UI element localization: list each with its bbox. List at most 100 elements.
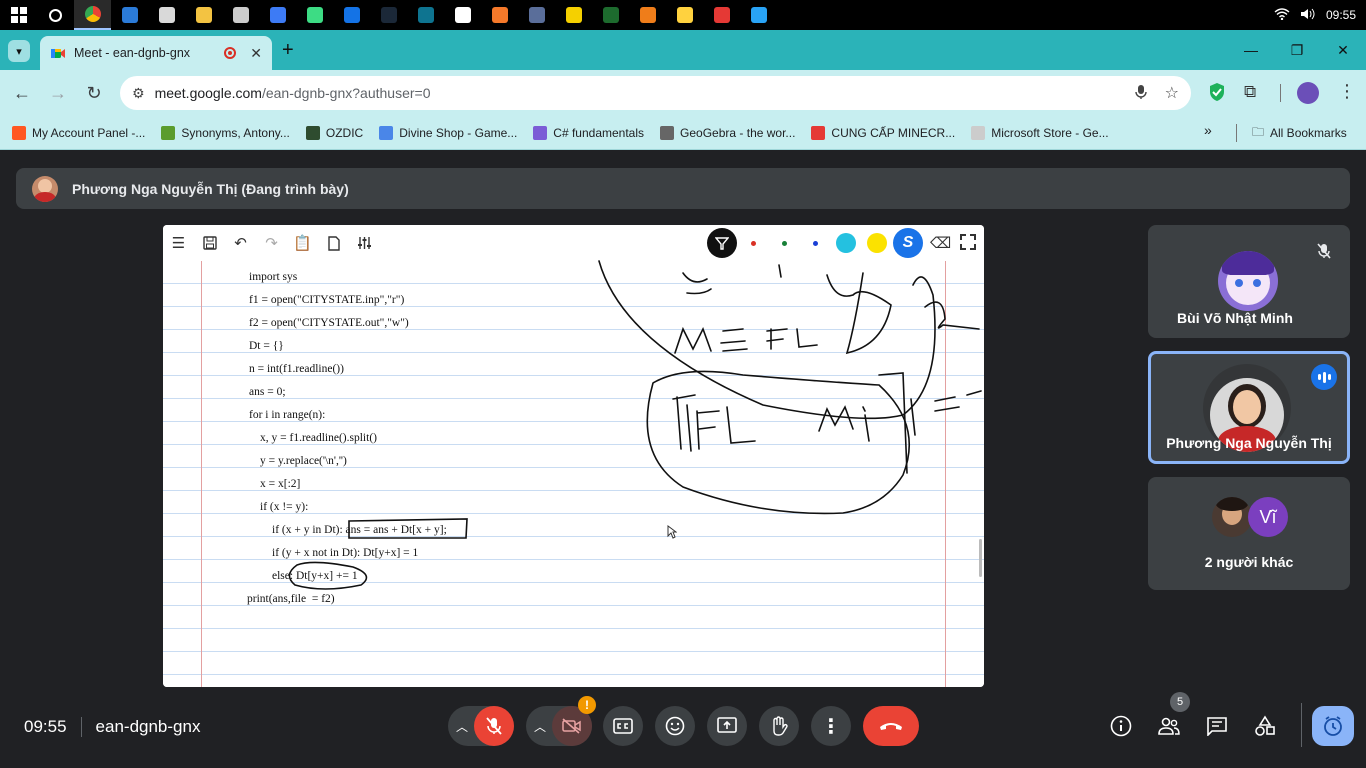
app-icon-9[interactable]: [666, 0, 703, 30]
more-menu-icon[interactable]: ⋮: [1338, 81, 1356, 102]
host-controls-button[interactable]: [1312, 706, 1354, 746]
address-bar[interactable]: ⚙ meet.google.com/ean-dgnb-gnx?authuser=…: [120, 76, 1191, 110]
participant-tile-minh[interactable]: Bùi Võ Nhật Minh: [1148, 225, 1350, 338]
microphone-icon[interactable]: [1134, 84, 1147, 103]
activities-button[interactable]: [1247, 708, 1283, 744]
toolbar-divider: [1280, 84, 1281, 102]
minimize-icon[interactable]: —: [1228, 30, 1274, 70]
app-icon-4[interactable]: [407, 0, 444, 30]
reload-icon[interactable]: ↻: [76, 75, 112, 111]
raise-hand-button[interactable]: [759, 706, 799, 746]
forward-icon[interactable]: →: [40, 75, 76, 111]
present-screen-button[interactable]: [707, 706, 747, 746]
close-window-icon[interactable]: ✕: [1320, 30, 1366, 70]
more-options-button[interactable]: ⋮: [811, 706, 851, 746]
app-icon-3[interactable]: [333, 0, 370, 30]
check-icon[interactable]: [222, 0, 259, 30]
bookmark-item[interactable]: C# fundamentals: [525, 119, 652, 147]
app-icon-5[interactable]: [444, 0, 481, 30]
search-icon[interactable]: [37, 0, 74, 30]
check-icon-glyph: [232, 7, 249, 23]
app-icon-7-glyph: [565, 7, 582, 23]
bookmark-label: Synonyms, Antony...: [181, 125, 290, 140]
bookmark-item[interactable]: My Account Panel -...: [4, 119, 153, 147]
meeting-code: ean-dgnb-gnx: [95, 717, 201, 736]
restore-icon[interactable]: ❐: [1274, 30, 1320, 70]
profile-avatar[interactable]: [1297, 82, 1319, 104]
bookmark-favicon-icon: [379, 125, 394, 140]
hand-icon: [773, 716, 788, 736]
bookmark-item[interactable]: Divine Shop - Game...: [371, 119, 525, 147]
people-button[interactable]: 5: [1151, 692, 1190, 744]
bookmark-item[interactable]: Synonyms, Antony...: [153, 119, 298, 147]
app-icon-2[interactable]: [259, 0, 296, 30]
tab-meet[interactable]: Meet - ean-dgnb-gnx ✕: [40, 36, 272, 70]
audio-options-chevron-icon[interactable]: ︿: [456, 718, 468, 735]
site-settings-icon[interactable]: ⚙: [132, 85, 145, 102]
mic-toggle-button[interactable]: [474, 706, 514, 746]
participant-name-nga: Phương Nga Nguyễn Thị: [1166, 435, 1332, 451]
back-icon[interactable]: ←: [4, 75, 40, 111]
tab-search-button[interactable]: ▾: [8, 40, 30, 62]
meeting-info-button[interactable]: [1103, 708, 1139, 744]
participant-tile-others[interactable]: Vĩ 2 người khác: [1148, 477, 1350, 590]
bookmarks-overflow-icon[interactable]: »: [1204, 122, 1212, 138]
all-bookmarks[interactable]: 🗀 All Bookmarks: [1244, 119, 1355, 147]
app-icon-2-glyph: [269, 7, 286, 23]
app-icon-8[interactable]: [629, 0, 666, 30]
bookmark-label: My Account Panel -...: [32, 125, 146, 140]
steam-icon[interactable]: [370, 0, 407, 30]
blender-icon[interactable]: [481, 0, 518, 30]
extensions-puzzle-icon[interactable]: ⧉: [1244, 82, 1256, 102]
reactions-button[interactable]: [655, 706, 695, 746]
new-tab-icon[interactable]: +: [282, 39, 294, 62]
leave-call-button[interactable]: [863, 706, 919, 746]
chat-icon: [1207, 717, 1227, 736]
search-icon-glyph: [49, 8, 62, 22]
bookmark-label: OZDIC: [325, 125, 364, 140]
bookmark-list: My Account Panel -... Synonyms, Antony...…: [0, 119, 1117, 147]
android-icon[interactable]: [296, 0, 333, 30]
all-bookmarks-label: All Bookmarks: [1270, 126, 1347, 140]
bookmark-label: GeoGebra - the wor...: [680, 125, 796, 140]
bookmark-item[interactable]: GeoGebra - the wor...: [652, 119, 803, 147]
volume-icon[interactable]: [1300, 7, 1316, 24]
camera-off-icon: [562, 718, 581, 734]
app-icon-7[interactable]: [555, 0, 592, 30]
captions-button[interactable]: [603, 706, 643, 746]
tab-close-icon[interactable]: ✕: [250, 45, 262, 62]
app-icon-3-glyph: [343, 7, 360, 23]
video-options-chevron-icon[interactable]: ︿: [534, 718, 546, 735]
scribble-mefl: [674, 326, 818, 354]
chrome-icon[interactable]: [74, 0, 111, 30]
app-icon-6[interactable]: [518, 0, 555, 30]
shared-whiteboard[interactable]: ☰ ↶ ↷ 📋 S ⌫ import sys f1 = open("CITYSTA…: [163, 225, 984, 687]
app-icon-1[interactable]: [148, 0, 185, 30]
tab-title: Meet - ean-dgnb-gnx: [74, 46, 191, 60]
folder-icon-glyph: [195, 7, 212, 23]
app-icon-10[interactable]: [740, 0, 777, 30]
chat-button[interactable]: [1199, 708, 1235, 744]
participant-tile-nga[interactable]: Phương Nga Nguyễn Thị: [1148, 351, 1350, 464]
whiteboard-scrollbar[interactable]: [979, 539, 982, 577]
folder-icon[interactable]: [185, 0, 222, 30]
bookmark-item[interactable]: OZDIC: [298, 119, 371, 147]
bookmark-item[interactable]: CUNG CẤP MINECR...: [803, 119, 963, 147]
record-icon[interactable]: [703, 0, 740, 30]
scribble-y: [826, 272, 892, 355]
pt-icon-glyph: [602, 7, 619, 23]
shield-extension-icon[interactable]: [1208, 82, 1228, 104]
bookmark-star-icon[interactable]: ☆: [1165, 83, 1179, 103]
windows-start-icon[interactable]: [0, 0, 37, 30]
taskbar-clock[interactable]: 09:55: [1326, 8, 1356, 22]
people-icon: [1158, 717, 1180, 735]
wifi-icon[interactable]: [1274, 7, 1290, 23]
bookmark-favicon-icon: [161, 125, 176, 140]
pt-icon[interactable]: [592, 0, 629, 30]
bookmarks-bar: My Account Panel -... Synonyms, Antony...…: [0, 116, 1366, 150]
chevron-down-icon: ▾: [16, 45, 22, 58]
handwritten-annotations: [288, 260, 982, 590]
vscode-icon[interactable]: [111, 0, 148, 30]
windows-taskbar: 09:55: [0, 0, 1366, 30]
bookmark-item[interactable]: Microsoft Store - Ge...: [963, 119, 1116, 147]
